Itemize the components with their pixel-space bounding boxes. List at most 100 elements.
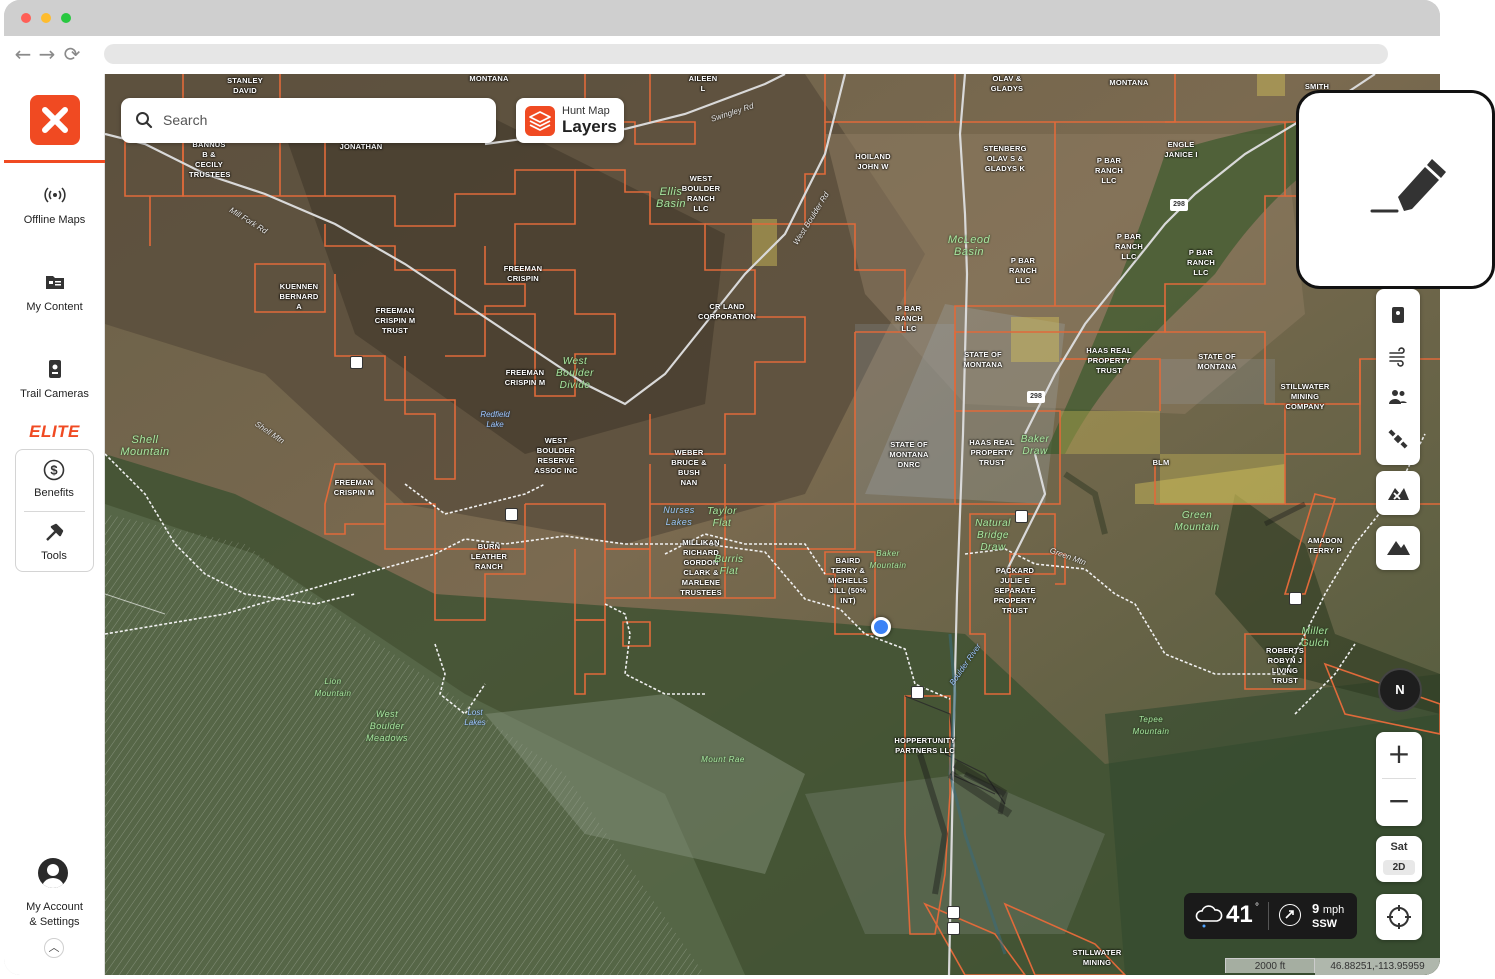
minimize-window-dot[interactable] <box>41 13 51 23</box>
close-window-dot[interactable] <box>21 13 31 23</box>
parcel-label[interactable]: AILEEN L <box>687 74 719 94</box>
app-logo[interactable] <box>30 95 80 145</box>
avatar[interactable] <box>38 858 68 888</box>
feature-label: West Boulder Meadows <box>365 709 409 743</box>
parcel-label[interactable]: FREEMAN CRISPIN M TRUST <box>373 306 417 336</box>
sidebar-item-offline-maps[interactable]: Offline Maps <box>4 183 105 226</box>
campground-icon[interactable] <box>1289 592 1302 605</box>
reload-icon[interactable]: ⟳ <box>61 42 83 66</box>
zoom-out-button[interactable]: − <box>1376 779 1422 825</box>
elite-tools-group: $ Benefits Tools <box>15 449 94 572</box>
parcel-label[interactable]: P BAR RANCH LLC <box>1092 156 1126 186</box>
account-label-line1: My Account <box>26 901 83 913</box>
parcel-label[interactable]: STILLWATER MINING <box>1070 948 1124 968</box>
sidebar-item-tools[interactable]: Tools <box>16 521 92 562</box>
parcel-label[interactable]: P BAR RANCH LLC <box>892 304 926 334</box>
current-location-marker[interactable] <box>871 617 891 637</box>
tools-icon <box>46 523 64 541</box>
satellite-icon[interactable] <box>1388 429 1408 449</box>
search-bar[interactable]: Search <box>121 98 496 143</box>
parcel-label[interactable]: BANNUS B & CECILY TRUSTEES <box>189 140 230 180</box>
parcel-label[interactable]: OLAV & GLADYS <box>987 74 1027 94</box>
parcel-label[interactable]: STANLEY DAVID <box>225 76 265 96</box>
lake-label: Lost Lakes <box>464 708 486 727</box>
parcel-label[interactable]: STATE OF MONTANA DNRC <box>883 440 935 470</box>
parcel-label[interactable]: BLM <box>1153 458 1170 468</box>
parcel-label[interactable]: MONTANA <box>469 74 508 84</box>
hunt-map-layers-button[interactable]: Hunt Map Layers <box>516 98 624 143</box>
offline-maps-icon <box>43 187 66 203</box>
parcel-label[interactable]: FREEMAN CRISPIN M <box>332 478 376 498</box>
parcel-label[interactable]: HAAS REAL PROPERTY TRUST <box>968 438 1016 468</box>
logo-underline <box>4 160 105 163</box>
parcel-label[interactable]: P BAR RANCH LLC <box>1112 232 1146 262</box>
parcel-label[interactable]: STATE OF MONTANA <box>1194 352 1240 372</box>
parcel-label[interactable]: P BAR RANCH LLC <box>1184 248 1218 278</box>
account-settings-link[interactable]: My Account & Settings <box>4 900 105 930</box>
parcel-label[interactable]: FREEMAN CRISPIN M <box>503 368 547 388</box>
people-icon[interactable] <box>1388 387 1408 407</box>
sidebar-item-my-content[interactable]: My Content <box>4 270 105 313</box>
wind-icon[interactable] <box>1388 347 1408 367</box>
layers-main-label: Layers <box>562 117 617 136</box>
parcel-label[interactable]: JONATHAN <box>340 142 383 152</box>
draw-tool-button[interactable] <box>1296 90 1495 289</box>
weather-widget[interactable]: 41 ° 9 mph SSW <box>1184 893 1357 939</box>
terrain-3d-button[interactable] <box>1376 526 1420 570</box>
dollar-icon: $ <box>43 459 65 481</box>
parcel-label[interactable]: WEBER BRUCE & BUSH NAN <box>671 448 707 488</box>
feature-label: McLeod Basin <box>947 234 991 258</box>
parcel-label[interactable]: WEST BOULDER RESERVE ASSOC INC <box>533 436 579 476</box>
svg-text:$: $ <box>50 463 58 478</box>
parcel-label[interactable]: ROBERTS ROBYN J LIVING TRUST <box>1265 646 1305 686</box>
parcel-label[interactable]: BAIRD TERRY & MICHELLS JILL (50% INT) <box>828 556 868 606</box>
maximize-window-dot[interactable] <box>61 13 71 23</box>
parcel-label[interactable]: STILLWATER MINING COMPANY <box>1278 382 1332 412</box>
trailhead-icon[interactable] <box>947 922 960 935</box>
title-bar <box>4 0 1440 36</box>
wind-speed-value: 9 <box>1312 901 1320 916</box>
terrain-alert-button[interactable] <box>1376 471 1420 515</box>
parcel-label[interactable]: FREEMAN CRISPIN <box>501 264 545 284</box>
temperature-value: 41 <box>1226 901 1253 928</box>
sidebar-item-benefits[interactable]: $ Benefits <box>16 458 92 499</box>
search-icon <box>136 112 153 129</box>
highway-shield: 298 <box>1170 199 1188 211</box>
map-tool-strip <box>1376 289 1420 465</box>
sidebar-item-trail-cameras[interactable]: Trail Cameras <box>4 357 105 400</box>
map-mode-badge[interactable]: 2D <box>1383 860 1415 875</box>
chevron-up-icon[interactable]: ︿ <box>44 938 64 958</box>
trailhead-icon[interactable] <box>911 686 924 699</box>
recenter-button[interactable] <box>1376 894 1422 940</box>
zoom-in-button[interactable]: + <box>1376 732 1422 778</box>
parcel-label[interactable]: ENGLE JANICE I <box>1164 140 1198 160</box>
crosshair-icon <box>1387 905 1411 929</box>
parcel-label[interactable]: AMADON TERRY P <box>1305 536 1345 556</box>
parcel-label[interactable]: HOILAND JOHN W <box>853 152 893 172</box>
parcel-label[interactable]: PACKARD JULIE E SEPARATE PROPERTY TRUST <box>988 566 1042 616</box>
trailhead-icon[interactable] <box>947 906 960 919</box>
compass-button[interactable]: N <box>1378 668 1422 712</box>
campground-icon[interactable] <box>1015 510 1028 523</box>
parcel-label[interactable]: HOPPERTUNITY PARTNERS LLC <box>894 736 956 756</box>
search-input[interactable]: Search <box>163 112 207 128</box>
trailhead-icon[interactable] <box>350 356 363 369</box>
parcel-label[interactable]: STATE OF MONTANA <box>960 350 1006 370</box>
sidebar-item-label: Benefits <box>34 487 74 499</box>
feature-label: Baker Mountain <box>869 549 907 570</box>
zoom-controls: + − <box>1376 732 1422 826</box>
map-canvas[interactable]: STANLEY DAVID MONTANA AILEEN L OLAV & GL… <box>105 74 1440 975</box>
forward-icon[interactable]: → <box>36 42 58 66</box>
back-icon[interactable]: ← <box>12 42 34 66</box>
campground-icon[interactable] <box>505 508 518 521</box>
parcel-label[interactable]: HAAS REAL PROPERTY TRUST <box>1085 346 1133 376</box>
parcel-label[interactable]: P BAR RANCH LLC <box>1006 256 1040 286</box>
parcel-label[interactable]: BURN LEATHER RANCH <box>467 542 511 572</box>
parcel-label[interactable]: MONTANA <box>1109 78 1148 88</box>
trail-camera-icon[interactable] <box>1388 305 1408 325</box>
parcel-label[interactable]: STENBERG OLAV S & GLADYS K <box>981 144 1029 174</box>
address-bar[interactable] <box>104 44 1388 64</box>
parcel-label[interactable]: CR LAND CORPORATION <box>692 302 762 322</box>
parcel-label[interactable]: KUENNEN BERNARD A <box>277 282 321 312</box>
basemap-toggle[interactable]: Sat 2D <box>1376 836 1422 882</box>
